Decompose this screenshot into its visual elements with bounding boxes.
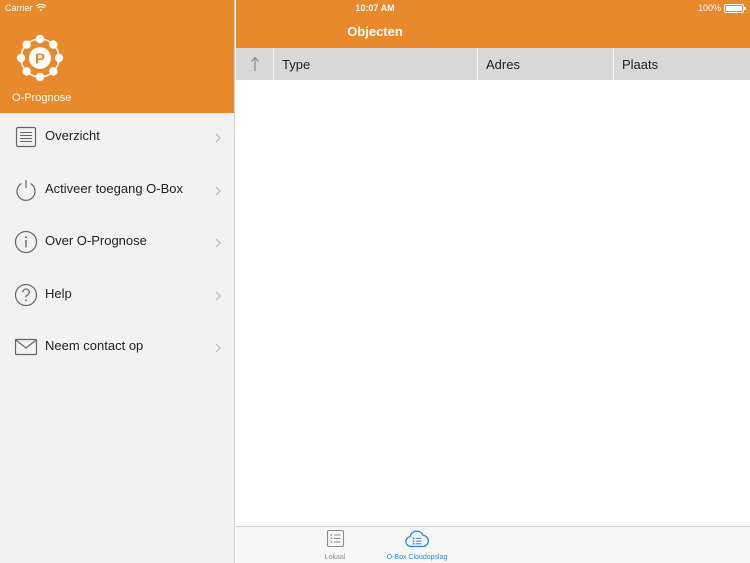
column-header-type[interactable]: Type: [274, 48, 478, 80]
table-header: Type Adres Plaats: [236, 48, 750, 80]
app-name: O-Prognose: [12, 92, 72, 104]
sidebar-item-help[interactable]: Help: [0, 271, 234, 324]
sidebar-item-label: Overzicht: [45, 128, 100, 143]
power-icon: [16, 179, 36, 201]
tab-o-box-cloudopslag[interactable]: O-Box Cloudopslag: [382, 529, 452, 561]
battery-indicator: 100%: [697, 3, 746, 13]
chevron-right-icon: [215, 343, 221, 353]
chevron-right-icon: [215, 291, 221, 300]
tab-label: Lokaal: [324, 554, 346, 561]
tab-bar: Lokaal O-Box Cloudopslag: [236, 526, 750, 563]
help-icon: [14, 283, 38, 306]
battery-icon: [724, 3, 746, 13]
sidebar-item-activeer-toegang[interactable]: Activeer toegang O-Box: [0, 166, 234, 219]
chevron-right-icon: [215, 186, 221, 195]
list-icon: [15, 126, 37, 148]
sort-button[interactable]: [236, 48, 274, 80]
sidebar-item-label: Help: [45, 285, 72, 301]
chevron-right-icon: [215, 133, 221, 143]
objects-table-body[interactable]: [236, 80, 750, 526]
svg-text:P: P: [35, 51, 45, 68]
status-bar: Carrier 10:07 AM 100%: [0, 0, 750, 16]
clock: 10:07 AM: [355, 3, 395, 13]
sidebar: P O-Prognose Overzicht Activeer toegang …: [0, 0, 235, 563]
sort-up-arrow-icon: [250, 56, 259, 71]
column-header-adres[interactable]: Adres: [478, 48, 614, 80]
sidebar-item-label: Over O-Prognose: [45, 233, 147, 248]
battery-percentage: 100%: [697, 3, 721, 13]
mail-icon: [14, 338, 38, 356]
tab-label: O-Box Cloudopslag: [386, 554, 448, 561]
sidebar-item-label: Activeer toegang O-Box: [45, 180, 184, 196]
page-title: Objecten: [347, 24, 403, 39]
sidebar-item-neem-contact-op[interactable]: Neem contact op: [0, 323, 234, 376]
sidebar-item-over-o-prognose[interactable]: Over O-Prognose: [0, 218, 234, 271]
column-header-plaats[interactable]: Plaats: [614, 48, 750, 80]
list-icon: [326, 529, 344, 548]
o-prognose-logo: P: [16, 34, 64, 82]
sidebar-header: P O-Prognose: [0, 0, 234, 113]
main-panel: Objecten Type Adres Plaats Lokaal O-Box …: [236, 0, 750, 563]
sidebar-item-label: Neem contact op: [45, 338, 144, 353]
info-icon: [14, 230, 38, 254]
chevron-right-icon: [215, 238, 221, 248]
sidebar-item-overzicht[interactable]: Overzicht: [0, 113, 234, 166]
cloud-list-icon: [405, 530, 429, 548]
tab-lokaal[interactable]: Lokaal: [312, 529, 358, 561]
